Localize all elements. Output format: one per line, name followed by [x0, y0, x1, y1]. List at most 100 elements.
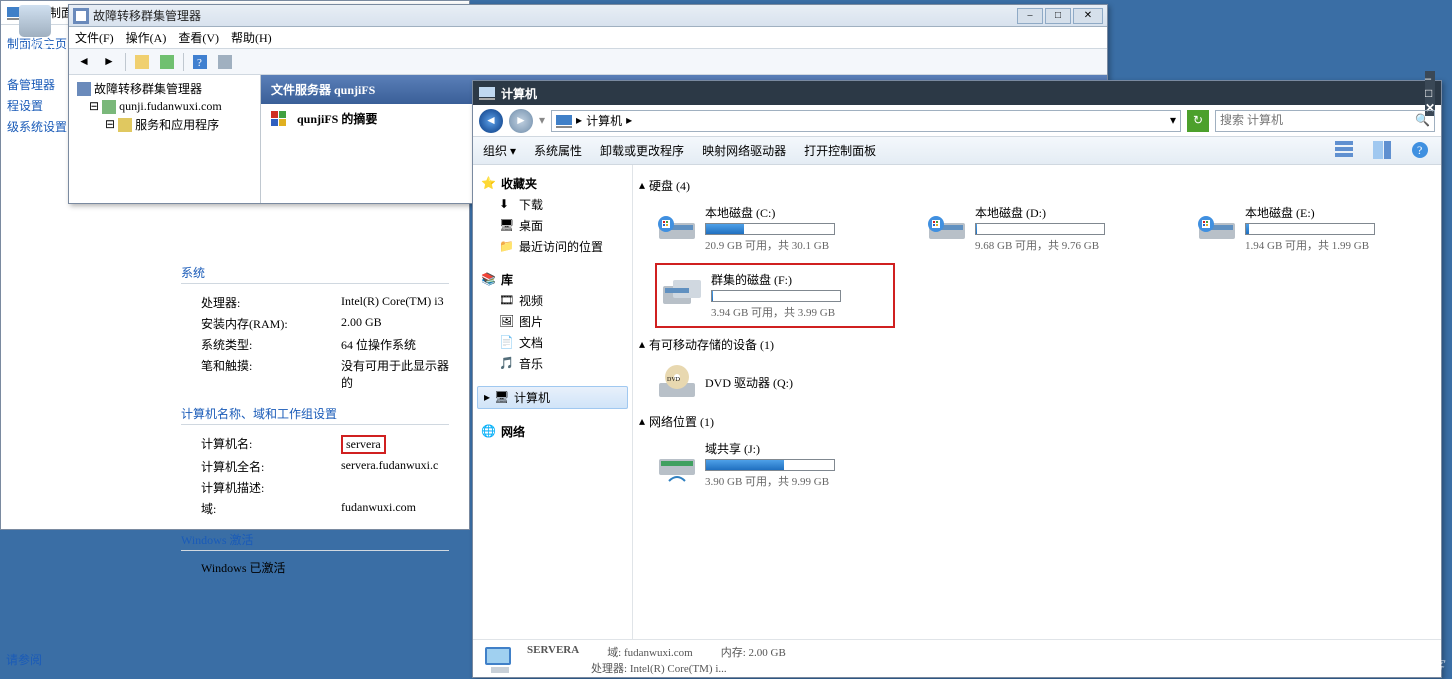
cluster-drive[interactable]: 群集的磁盘 (F:)3.94 GB 可用，共 3.99 GB — [655, 263, 895, 328]
nav-videos[interactable]: 🎞视频 — [477, 290, 628, 311]
titlebar[interactable]: 故障转移群集管理器 – □ ✕ — [69, 5, 1107, 27]
flag-icon — [271, 111, 293, 127]
toolbar-btn[interactable] — [131, 51, 153, 73]
local-drive[interactable]: 本地磁盘 (E:)1.94 GB 可用，共 1.99 GB — [1195, 202, 1435, 255]
toolbar-btn[interactable] — [214, 51, 236, 73]
details-name: SERVERA — [527, 644, 579, 660]
computer-icon — [483, 643, 517, 677]
toolbar-btn[interactable] — [156, 51, 178, 73]
content-pane: ▴ 硬盘 (4) 本地磁盘 (C:)20.9 GB 可用，共 30.1 GB 本地… — [633, 165, 1441, 639]
address-row: ◄ ► ▾ ▸ 计算机 ▸ ▾ ↻ 🔍 — [473, 105, 1441, 137]
desktop-icon: 🖥 — [499, 218, 515, 234]
capacity-bar — [1245, 223, 1375, 235]
star-icon: ⭐ — [481, 176, 497, 192]
cmd-uninstall[interactable]: 卸载或更改程序 — [600, 142, 684, 159]
group-removable[interactable]: ▴ 有可移动存储的设备 (1) — [637, 332, 1437, 357]
nav-network[interactable]: 🌐网络 — [477, 421, 628, 442]
tree-services[interactable]: ⊟ 服务和应用程序 — [73, 115, 256, 134]
refresh-button[interactable]: ↻ — [1187, 110, 1209, 132]
computer-name: servera — [341, 435, 386, 454]
network-share[interactable]: 域共享 (J:) 3.90 GB 可用，共 9.99 GB — [655, 438, 895, 491]
nav-documents[interactable]: 📄文档 — [477, 332, 628, 353]
nav-back-button[interactable]: ◄ — [479, 109, 503, 133]
search-icon[interactable]: 🔍 — [1415, 113, 1430, 128]
svg-text:?: ? — [197, 57, 202, 69]
search-box[interactable]: 🔍 — [1215, 110, 1435, 132]
help-button[interactable]: ? — [189, 51, 211, 73]
sidenav-advanced[interactable]: 级系统设置 — [7, 116, 67, 137]
explorer-window: 计算机 – □ ✕ ◄ ► ▾ ▸ 计算机 ▸ ▾ ↻ 🔍 组织 ▾ 系统属性 … — [472, 80, 1442, 678]
watermark: @51CTO博客 — [1368, 655, 1444, 674]
recycle-bin-label: 回收站 — [10, 37, 60, 54]
nav-fwd-button[interactable]: ► — [98, 51, 120, 73]
drive-icon — [927, 209, 967, 249]
cmd-sysprops[interactable]: 系统属性 — [534, 142, 582, 159]
nav-back-button[interactable]: ◄ — [73, 51, 95, 73]
nav-music[interactable]: 🎵音乐 — [477, 353, 628, 374]
svg-text:?: ? — [1417, 143, 1422, 157]
menu-view[interactable]: 查看(V) — [178, 29, 219, 46]
minimize-button[interactable]: – — [1425, 71, 1435, 86]
dvd-drive[interactable]: DVD DVD 驱动器 (Q:) — [655, 361, 895, 405]
capacity-bar — [975, 223, 1105, 235]
nav-desktop[interactable]: 🖥桌面 — [477, 215, 628, 236]
maximize-button[interactable]: □ — [1425, 86, 1435, 101]
cmd-mapdrive[interactable]: 映射网络驱动器 — [702, 142, 786, 159]
cmd-organize[interactable]: 组织 ▾ — [483, 142, 516, 159]
tree-root[interactable]: 故障转移群集管理器 — [73, 79, 256, 98]
sidenav-remote[interactable]: 程设置 — [7, 95, 67, 116]
nav-pictures[interactable]: 🖼图片 — [477, 311, 628, 332]
local-drive[interactable]: 本地磁盘 (C:)20.9 GB 可用，共 30.1 GB — [655, 202, 895, 255]
preview-pane-icon[interactable] — [1373, 141, 1393, 161]
tree-domain[interactable]: ⊟ qunji.fudanwuxi.com — [73, 98, 256, 115]
name-title: 计算机名称、域和工作组设置 — [181, 405, 449, 425]
chevron-down-icon[interactable]: ▾ — [1170, 113, 1176, 128]
cmd-controlpanel[interactable]: 打开控制面板 — [804, 142, 876, 159]
document-icon: 📄 — [499, 335, 515, 351]
recent-icon: 📁 — [499, 239, 515, 255]
picture-icon: 🖼 — [499, 314, 515, 330]
menu-file[interactable]: 文件(F) — [75, 29, 114, 46]
recycle-bin[interactable]: 回收站 — [10, 5, 60, 54]
group-netloc[interactable]: ▴ 网络位置 (1) — [637, 409, 1437, 434]
app-icon — [73, 8, 89, 24]
network-drive-icon — [657, 445, 697, 485]
library-icon: 📚 — [481, 272, 497, 288]
toolbar: ◄ ► ? — [69, 49, 1107, 75]
maximize-button[interactable]: □ — [1045, 8, 1071, 24]
music-icon: 🎵 — [499, 356, 515, 372]
tree-pane: 故障转移群集管理器 ⊟ qunji.fudanwuxi.com ⊟ 服务和应用程… — [69, 75, 261, 203]
video-icon: 🎞 — [499, 293, 515, 309]
computer-icon — [479, 85, 495, 101]
drive-icon — [1197, 209, 1237, 249]
nav-libraries[interactable]: 📚库 — [477, 269, 628, 290]
dvd-icon: DVD — [657, 363, 697, 403]
close-button[interactable]: ✕ — [1073, 8, 1103, 24]
address-bar[interactable]: ▸ 计算机 ▸ ▾ — [551, 110, 1181, 132]
nav-recent[interactable]: 📁最近访问的位置 — [477, 236, 628, 257]
download-icon: ⬇ — [499, 197, 515, 213]
drive-icon — [657, 209, 697, 249]
group-hdd[interactable]: ▴ 硬盘 (4) — [637, 173, 1437, 198]
nav-downloads[interactable]: ⬇下载 — [477, 194, 628, 215]
help-icon[interactable]: ? — [1411, 141, 1431, 161]
see-also[interactable]: 请参阅 — [6, 651, 42, 668]
explorer-title-text: 计算机 — [501, 85, 537, 102]
activation-title: Windows 激活 — [181, 531, 449, 551]
search-input[interactable] — [1220, 113, 1411, 128]
minimize-button[interactable]: – — [1017, 8, 1043, 24]
local-drive[interactable]: 本地磁盘 (D:)9.68 GB 可用，共 9.76 GB — [925, 202, 1165, 255]
view-options-icon[interactable] — [1335, 141, 1355, 161]
sidenav-devmgr[interactable]: 备管理器 — [7, 74, 67, 95]
command-row: 组织 ▾ 系统属性 卸载或更改程序 映射网络驱动器 打开控制面板 ? — [473, 137, 1441, 165]
nav-favorites[interactable]: ⭐收藏夹 — [477, 173, 628, 194]
explorer-titlebar[interactable]: 计算机 – □ ✕ — [473, 81, 1441, 105]
computer-icon — [556, 113, 572, 129]
nav-fwd-button[interactable]: ► — [509, 109, 533, 133]
menu-action[interactable]: 操作(A) — [126, 29, 167, 46]
capacity-bar — [705, 223, 835, 235]
details-pane: SERVERA 域: fudanwuxi.com 内存: 2.00 GB 处理器… — [473, 639, 1441, 679]
network-icon: 🌐 — [481, 424, 497, 440]
menu-help[interactable]: 帮助(H) — [231, 29, 272, 46]
nav-computer[interactable]: ▸🖥计算机 — [477, 386, 628, 409]
